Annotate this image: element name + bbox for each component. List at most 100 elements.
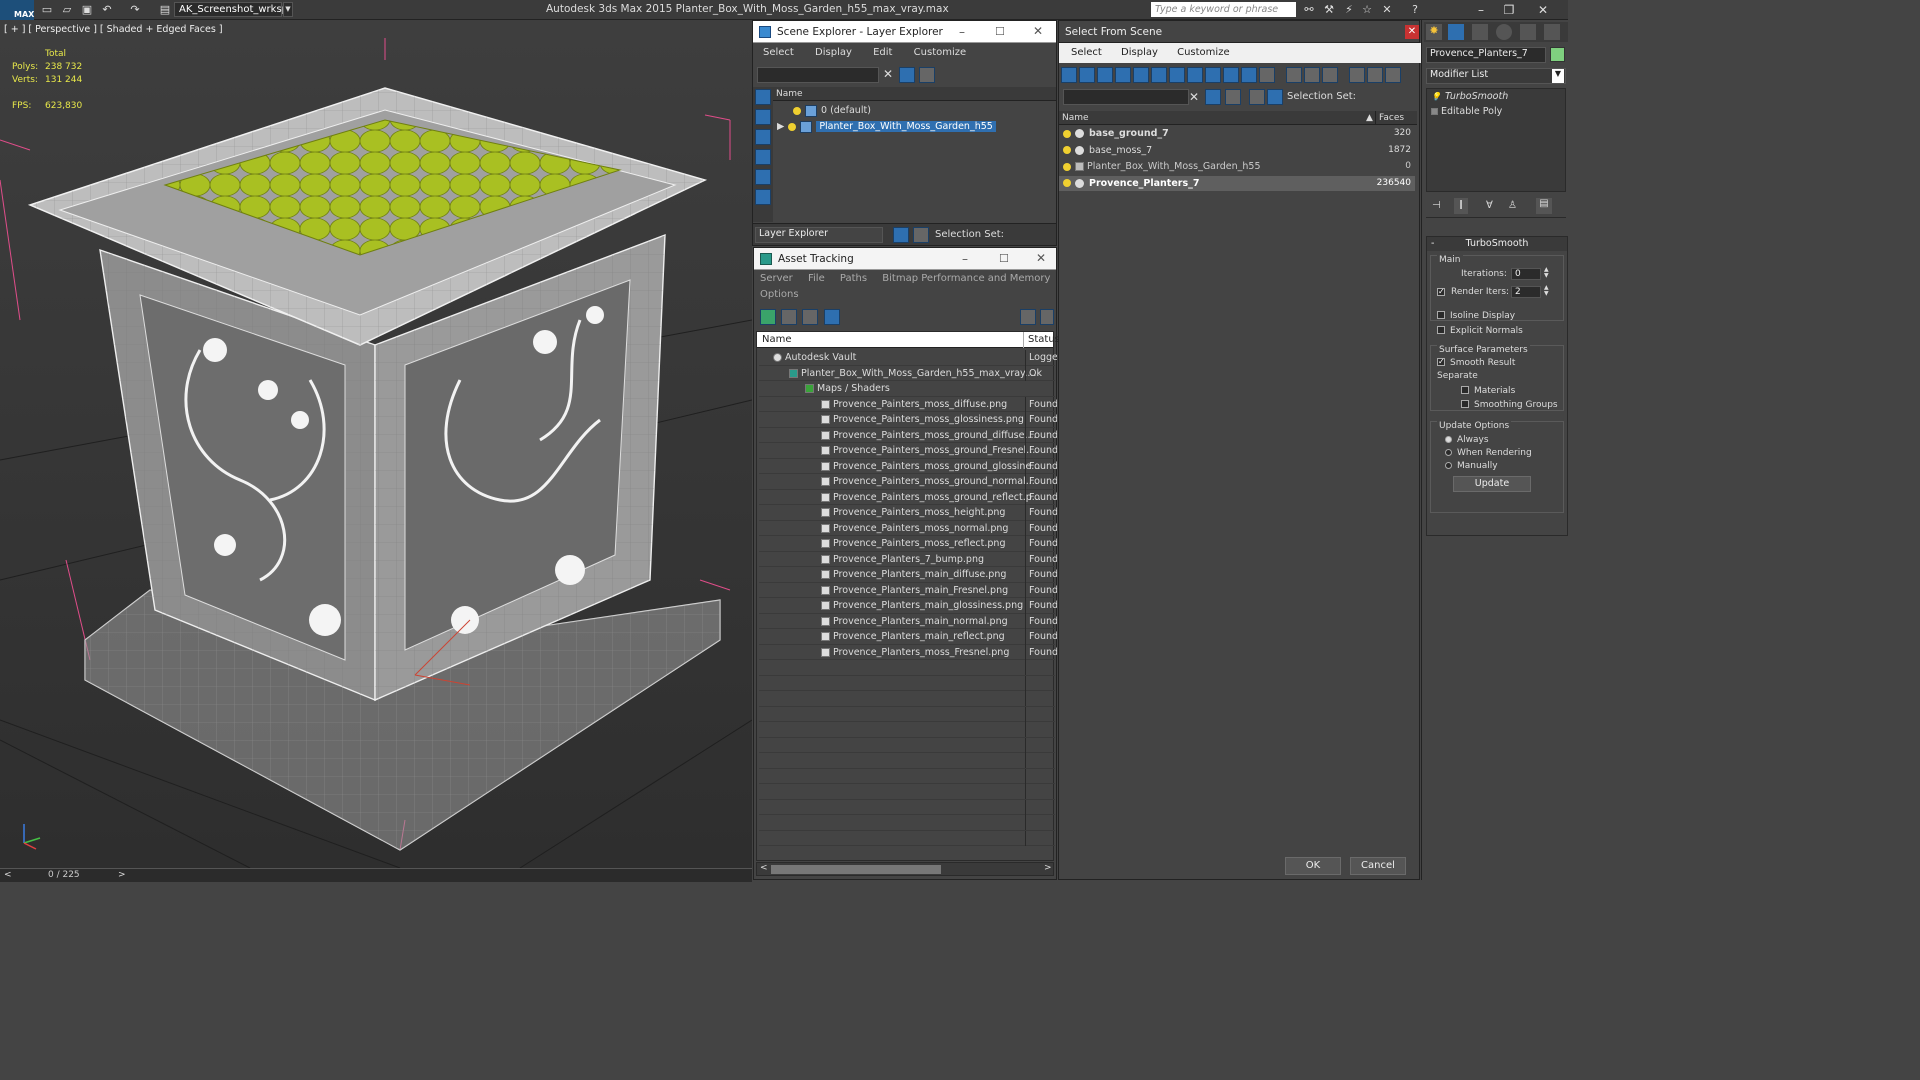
asset-row-map[interactable]: Provence_Painters_moss_height.png Found xyxy=(759,505,1057,521)
turbosmooth-rollout-header[interactable]: - TurboSmooth xyxy=(1427,237,1567,251)
expand-arrow-icon[interactable]: ▶ xyxy=(777,121,784,132)
scroll-right-arrow-icon[interactable]: > xyxy=(1044,863,1052,873)
light-bulb-icon[interactable] xyxy=(1063,146,1071,154)
display-shapes-icon[interactable] xyxy=(755,109,771,125)
clear-search-icon[interactable]: ✕ xyxy=(883,67,893,81)
new-file-icon[interactable]: ▭ xyxy=(40,3,54,16)
scrollbar-thumb[interactable] xyxy=(771,865,941,874)
menu-server[interactable]: Server xyxy=(760,273,793,284)
smooth-result-checkbox[interactable]: ✓ Smooth Result xyxy=(1437,357,1515,368)
motion-tab-icon[interactable] xyxy=(1496,24,1512,40)
asset-tracking-minimize-button[interactable]: – xyxy=(962,252,968,266)
sort-icon[interactable] xyxy=(1367,67,1384,83)
select-from-scene-search-input[interactable] xyxy=(1063,89,1189,105)
menu-options[interactable]: Options xyxy=(760,289,799,300)
collapse-minus-icon[interactable]: - xyxy=(1431,237,1434,251)
sfs-menu-display[interactable]: Display xyxy=(1121,47,1158,58)
close-button[interactable]: ✕ xyxy=(1530,2,1556,18)
object-row-provence-planters[interactable]: Provence_Planters_7 236540 xyxy=(1059,175,1415,191)
configure-sets-icon[interactable]: ▤ xyxy=(1536,198,1552,214)
isoline-display-checkbox[interactable]: Isoline Display xyxy=(1437,310,1515,321)
menu-display[interactable]: Display xyxy=(815,47,852,58)
scene-explorer-column-name[interactable]: Name xyxy=(773,87,1056,101)
filter-xrefs-icon[interactable] xyxy=(1187,67,1203,83)
smoothing-groups-checkbox[interactable]: Smoothing Groups xyxy=(1461,399,1558,410)
asset-row-map[interactable]: Provence_Painters_moss_reflect.png Found xyxy=(759,536,1057,552)
save-icon[interactable]: ▣ xyxy=(80,3,94,16)
list-view-icon[interactable] xyxy=(781,309,798,325)
layer-explorer-dropdown[interactable]: Layer Explorer xyxy=(755,227,883,243)
sfs-filter-icon[interactable] xyxy=(1205,89,1221,105)
remove-modifier-icon[interactable]: ♙ xyxy=(1508,200,1517,211)
workspace-dropdown[interactable]: AK_Screenshot_wrksp xyxy=(174,2,288,17)
workspace-dropdown-arrow-icon[interactable]: ▼ xyxy=(283,2,293,17)
asset-row-map[interactable]: Provence_Painters_moss_normal.png Found xyxy=(759,520,1057,536)
light-bulb-icon[interactable] xyxy=(788,122,797,131)
asset-row-map[interactable]: Provence_Planters_main_reflect.png Found xyxy=(759,629,1057,645)
thumbnail-view-icon[interactable] xyxy=(802,309,819,325)
display-helpers-icon[interactable] xyxy=(755,169,771,185)
select-from-scene-close-button[interactable]: ✕ xyxy=(1405,25,1419,39)
menu-customize[interactable]: Customize xyxy=(914,47,967,58)
sfs-hierarchy-icon[interactable] xyxy=(1267,89,1283,105)
time-slider-prev-button[interactable]: < xyxy=(4,870,12,880)
asset-row-map[interactable]: Provence_Painters_moss_diffuse.png Found xyxy=(759,396,1057,412)
display-cameras-icon[interactable] xyxy=(755,149,771,165)
project-icon[interactable]: ▤ xyxy=(158,3,172,16)
menu-paths[interactable]: Paths xyxy=(840,273,867,284)
update-button[interactable]: Update xyxy=(1453,476,1531,492)
filter-spacewarps-icon[interactable] xyxy=(1151,67,1167,83)
search-input[interactable]: Type a keyword or phrase xyxy=(1151,2,1296,17)
scroll-left-arrow-icon[interactable]: < xyxy=(760,863,768,873)
iterations-spinner-arrows-icon[interactable]: ▲ ▼ xyxy=(1544,267,1549,279)
filter-cameras-icon[interactable] xyxy=(1115,67,1131,83)
filter-geometry-icon[interactable] xyxy=(1061,67,1077,83)
asset-column-name[interactable]: Name xyxy=(762,332,792,348)
menu-bitmap-performance[interactable]: Bitmap Performance and Memory xyxy=(882,273,1050,284)
light-bulb-icon[interactable] xyxy=(1063,179,1071,187)
modifier-bulb-icon[interactable]: 💡 xyxy=(1431,92,1441,101)
ok-button[interactable]: OK xyxy=(1285,857,1341,875)
render-iters-spinner-arrows-icon[interactable]: ▲ ▼ xyxy=(1544,285,1549,297)
modify-tab-icon[interactable] xyxy=(1448,24,1464,40)
select-none-icon[interactable] xyxy=(1304,67,1321,83)
asset-tracking-maximize-button[interactable]: ☐ xyxy=(999,252,1009,265)
find-icon[interactable] xyxy=(1349,67,1366,83)
light-bulb-icon[interactable] xyxy=(1063,162,1071,171)
asset-row-map[interactable]: Provence_Planters_moss_Fresnel.png Found xyxy=(759,644,1057,660)
asset-row-map[interactable]: Provence_Painters_moss_ground_glossine..… xyxy=(759,458,1057,474)
asset-row-max-file[interactable]: Planter_Box_With_Moss_Garden_h55_max_vra… xyxy=(759,365,1055,381)
display-lights-icon[interactable] xyxy=(755,129,771,145)
close-x-icon[interactable]: ✕ xyxy=(1380,3,1394,16)
table-view-icon[interactable] xyxy=(823,309,840,325)
modifier-list-dropdown[interactable]: Modifier List ▼ xyxy=(1426,68,1566,84)
asset-row-maps-group[interactable]: Maps / Shaders xyxy=(759,381,1055,397)
collapse-icon[interactable] xyxy=(1385,67,1402,83)
binoculars-icon[interactable]: ⚯ xyxy=(1302,3,1316,16)
materials-checkbox[interactable]: Materials xyxy=(1461,385,1515,396)
asset-row-map[interactable]: Provence_Painters_moss_ground_normal....… xyxy=(759,474,1057,490)
select-all-icon[interactable] xyxy=(1286,67,1303,83)
max-logo[interactable]: MAX xyxy=(0,0,34,20)
cancel-button[interactable]: Cancel xyxy=(1350,857,1406,875)
object-color-swatch[interactable] xyxy=(1550,47,1565,62)
layer-options-icon[interactable] xyxy=(919,67,935,83)
asset-row-map[interactable]: Provence_Planters_main_diffuse.png Found xyxy=(759,567,1057,583)
refresh-icon[interactable] xyxy=(760,309,776,325)
scene-explorer-close-button[interactable]: ✕ xyxy=(1033,24,1043,38)
scene-explorer-minimize-button[interactable]: – xyxy=(959,25,965,39)
tools-icon[interactable]: ⚒ xyxy=(1322,3,1336,16)
time-slider-next-button[interactable]: > xyxy=(118,870,126,880)
asset-row-map[interactable]: Provence_Painters_moss_ground_diffuse...… xyxy=(759,427,1057,443)
perspective-viewport[interactable]: [ + ] [ Perspective ] [ Shaded + Edged F… xyxy=(0,20,752,868)
object-name-input[interactable]: Provence_Planters_7 xyxy=(1426,47,1546,63)
layer-sort-icon[interactable] xyxy=(893,227,909,243)
sfs-layers-icon[interactable] xyxy=(1249,89,1265,105)
asset-grid-scrollbar[interactable]: < > xyxy=(756,862,1054,876)
render-iters-spinner[interactable]: 2 xyxy=(1511,286,1541,298)
sfs-column-name[interactable]: Name xyxy=(1062,111,1089,125)
help-icon[interactable]: ? xyxy=(1408,3,1422,16)
asset-help-icon[interactable] xyxy=(1020,309,1036,325)
sfs-menu-select[interactable]: Select xyxy=(1071,47,1102,58)
redo-icon[interactable]: ↷ xyxy=(128,3,142,16)
